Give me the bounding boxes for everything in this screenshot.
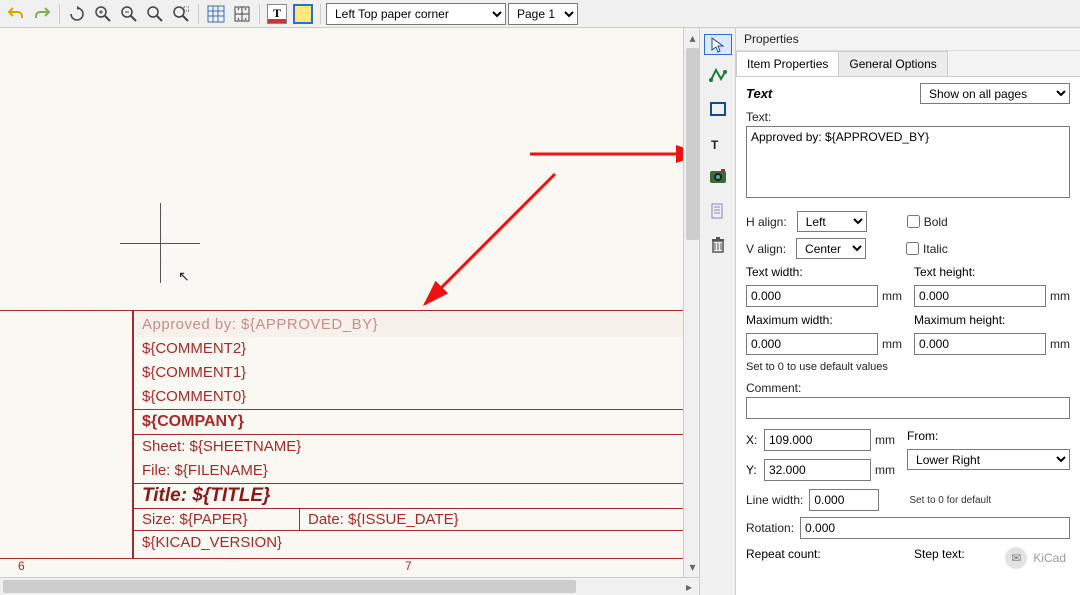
tb-date[interactable]: Date: ${ISSUE_DATE} [299,508,688,530]
x-label: X: [746,433,760,447]
bold-checkbox[interactable]: Bold [907,215,948,229]
redo-button[interactable] [30,2,54,26]
vertical-scrollbar[interactable]: ▴▾ [683,28,700,577]
tab-item-properties[interactable]: Item Properties [736,51,839,76]
y-input[interactable] [764,459,871,481]
text-width-label: Text width: [746,265,803,279]
tb-size[interactable]: Size: ${PAPER} [134,508,299,530]
delete-tool[interactable] [704,231,732,259]
italic-checkbox[interactable]: Italic [906,242,948,256]
text-input[interactable] [746,126,1070,198]
y-label: Y: [746,463,760,477]
tb-comment1[interactable]: ${COMMENT1} [134,361,688,385]
show-mode-select[interactable]: Show on all pages [920,83,1070,104]
tb-approved-by[interactable]: Approved by: ${APPROVED_BY} [134,311,688,337]
tb-comment2[interactable]: ${COMMENT2} [134,337,688,361]
page-settings-button[interactable] [230,2,254,26]
halign-label: H align: [746,215,787,229]
tb-size-date-row: Size: ${PAPER} Date: ${ISSUE_DATE} [134,508,688,530]
zoom-fit-button[interactable] [143,2,167,26]
page-select[interactable]: Page 1 [508,3,578,25]
svg-text:T: T [711,138,719,152]
properties-tabs: Item Properties General Options [736,51,1080,76]
line-width-label: Line width: [746,493,803,507]
tb-title[interactable]: Title: ${TITLE} [134,483,688,508]
max-height-label: Maximum height: [914,313,1005,327]
step-text-label: Step text: [914,547,965,561]
comment-input[interactable] [746,397,1070,419]
max-width-input[interactable] [746,333,878,355]
from-select[interactable]: Lower Right [907,449,1070,470]
color-mode-button[interactable] [291,2,315,26]
rotation-label: Rotation: [746,521,794,535]
zoom-out-button[interactable] [117,2,141,26]
text-height-input[interactable] [914,285,1046,307]
line-tool[interactable] [704,61,732,89]
zoom-selection-button[interactable] [169,2,193,26]
line-width-hint: Set to 0 for default [909,495,991,506]
zoom-in-button[interactable] [91,2,115,26]
text-mode-button[interactable]: T [265,2,289,26]
valign-label: V align: [746,242,786,256]
select-tool[interactable] [704,34,732,55]
valign-select[interactable]: Center [796,238,866,259]
image-tool[interactable] [704,163,732,191]
horizontal-scrollbar[interactable]: ▸ [0,577,699,595]
tb-kicad-version[interactable]: ${KICAD_VERSION} [134,530,688,555]
text-height-label: Text height: [914,265,975,279]
canvas-area[interactable]: ↖ Approved by: ${APPROVED_BY} ${COMMENT2… [0,28,700,595]
tb-file[interactable]: File: ${FILENAME} [134,459,688,483]
tb-comment0[interactable]: ${COMMENT0} [134,385,688,409]
origin-select[interactable]: Left Top paper corner [326,3,506,25]
rect-tool[interactable] [704,95,732,123]
tb-company[interactable]: ${COMPANY} [134,409,688,434]
from-label: From: [907,429,938,443]
tb-sheet[interactable]: Sheet: ${SHEETNAME} [134,434,688,459]
default-hint: Set to 0 to use default values [746,361,1070,373]
item-type-label: Text [746,86,772,101]
rotation-input[interactable] [800,517,1070,539]
line-width-input[interactable] [809,489,879,511]
append-tool[interactable] [704,197,732,225]
tab-general-options[interactable]: General Options [838,51,947,76]
text-tool[interactable]: T [704,129,732,157]
title-block[interactable]: Approved by: ${APPROVED_BY} ${COMMENT2} … [132,310,689,559]
refresh-button[interactable] [65,2,89,26]
halign-select[interactable]: Left [797,211,867,232]
text-field-label: Text: [746,110,1070,124]
undo-button[interactable] [4,2,28,26]
comment-label: Comment: [746,381,1070,395]
grid-button[interactable] [204,2,228,26]
top-toolbar: T Left Top paper corner Page 1 [0,0,1080,28]
text-width-input[interactable] [746,285,878,307]
x-input[interactable] [764,429,871,451]
right-toolbar: T [700,28,736,595]
mouse-cursor-icon: ↖ [178,268,190,285]
properties-title: Properties [736,28,1080,51]
repeat-count-label: Repeat count: [746,547,821,561]
properties-panel: Properties Item Properties General Optio… [736,28,1080,595]
horizontal-ruler: 6 7 [0,559,689,573]
max-width-label: Maximum width: [746,313,833,327]
max-height-input[interactable] [914,333,1046,355]
